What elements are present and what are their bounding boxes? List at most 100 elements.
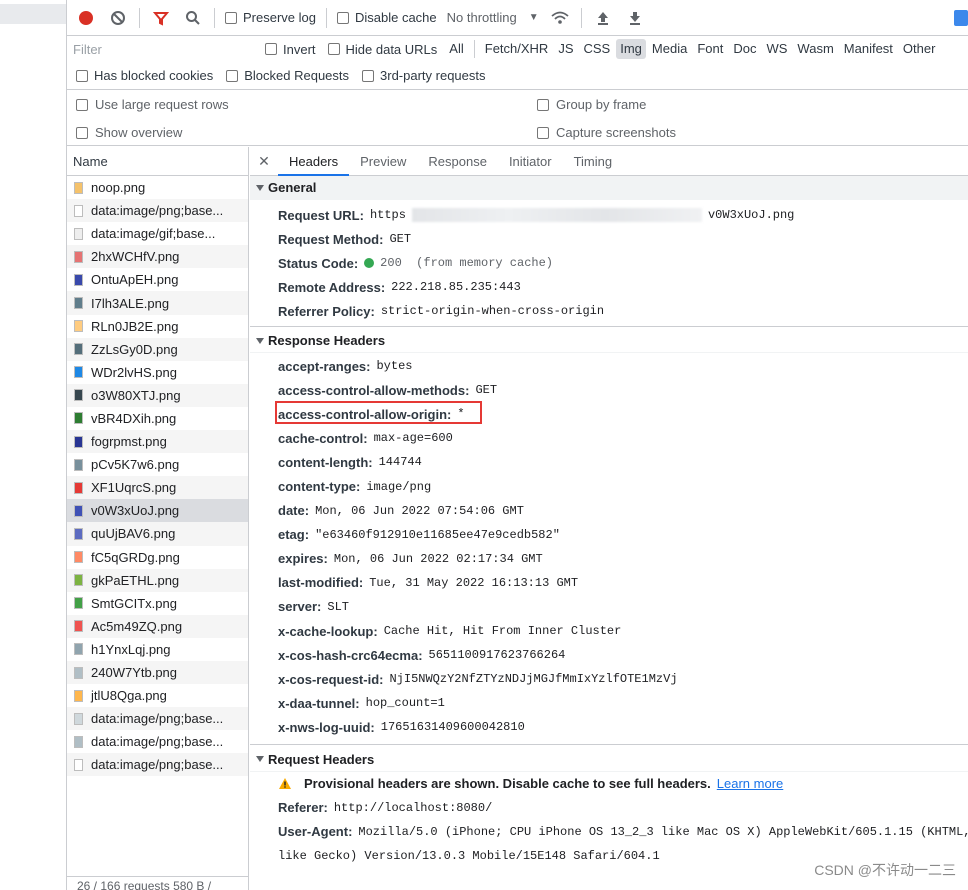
checkbox-box[interactable] — [336, 11, 349, 24]
filter-toggle-button[interactable] — [150, 7, 172, 29]
highlight-box — [275, 401, 482, 425]
settings-gear-icon[interactable] — [954, 9, 968, 26]
request-row[interactable]: data:image/png;base... — [67, 753, 248, 777]
tab-initiator[interactable]: Initiator — [498, 147, 563, 176]
request-row[interactable]: quUjBAV6.png — [67, 522, 248, 546]
request-row[interactable]: fogrpmst.png — [67, 430, 248, 454]
header-row: accept-ranges: bytes — [250, 354, 968, 378]
request-row[interactable]: Ac5m49ZQ.png — [67, 614, 248, 638]
checkbox-box[interactable] — [362, 69, 375, 82]
request-name: vBR4DXih.png — [91, 410, 177, 426]
resource-type-filters: All Fetch/XHR JS CSS Img Media Font Doc … — [445, 39, 939, 59]
request-row[interactable]: ZzLsGy0D.png — [67, 337, 248, 361]
chevron-down-icon: ▼ — [528, 12, 539, 23]
general-section-header[interactable]: General — [250, 176, 968, 200]
blocked-requests-checkbox[interactable]: Blocked Requests — [226, 68, 349, 83]
request-headers-section-header[interactable]: Request Headers — [250, 747, 968, 772]
funnel-icon — [153, 11, 169, 26]
group-by-frame-checkbox[interactable]: Group by frame — [537, 97, 646, 112]
request-row[interactable]: h1YnxLqj.png — [67, 638, 248, 661]
request-row[interactable]: v0W3xUoJ.png — [67, 499, 248, 523]
type-filter-all[interactable]: All — [445, 39, 467, 59]
large-rows-checkbox[interactable]: Use large request rows — [76, 97, 229, 112]
name-column-header[interactable]: Name — [67, 147, 248, 176]
request-row[interactable]: pCv5K7w6.png — [67, 453, 248, 476]
record-button[interactable] — [75, 7, 97, 29]
type-filter-js[interactable]: JS — [554, 39, 577, 59]
disable-cache-checkbox[interactable]: Disable cache — [336, 10, 437, 25]
checkbox-box[interactable] — [76, 98, 88, 111]
image-thumbnail-icon — [74, 458, 83, 471]
redacted-url — [411, 208, 702, 222]
tab-headers[interactable]: Headers — [278, 147, 350, 176]
request-row[interactable]: RLn0JB2E.png — [67, 315, 248, 338]
has-blocked-cookies-checkbox[interactable]: Has blocked cookies — [76, 68, 213, 83]
type-filter-wasm[interactable]: Wasm — [793, 39, 837, 59]
preserve-log-checkbox[interactable]: Preserve log — [225, 10, 316, 25]
show-overview-checkbox[interactable]: Show overview — [76, 125, 182, 140]
type-filter-media[interactable]: Media — [648, 39, 691, 59]
request-row[interactable]: o3W80XTJ.png — [67, 383, 248, 407]
checkbox-box[interactable] — [537, 126, 549, 139]
close-icon[interactable]: ✕ — [250, 153, 278, 170]
request-name: fogrpmst.png — [91, 434, 167, 450]
blocked-filters-row: Has blocked cookies Blocked Requests 3rd… — [67, 62, 968, 90]
request-row[interactable]: gkPaETHL.png — [67, 568, 248, 592]
type-filter-other[interactable]: Other — [899, 39, 940, 59]
type-filter-manifest[interactable]: Manifest — [840, 39, 897, 59]
request-row[interactable]: WDr2lvHS.png — [67, 361, 248, 384]
response-headers-section-header[interactable]: Response Headers — [250, 329, 968, 353]
type-filter-ws[interactable]: WS — [762, 39, 791, 59]
tab-preview[interactable]: Preview — [349, 147, 417, 176]
request-row[interactable]: data:image/png;base... — [67, 707, 248, 731]
request-row[interactable]: vBR4DXih.png — [67, 407, 248, 430]
request-row[interactable]: jtlU8Qga.png — [67, 684, 248, 707]
type-filter-css[interactable]: CSS — [580, 39, 615, 59]
header-row: Referrer Policy: strict-origin-when-cros… — [250, 299, 968, 323]
request-row[interactable]: XF1UqrcS.png — [67, 476, 248, 500]
header-name: etag: — [278, 527, 310, 543]
request-name: h1YnxLqj.png — [91, 641, 171, 657]
hide-data-urls-label: Hide data URLs — [345, 41, 438, 57]
checkbox-box[interactable] — [265, 43, 277, 55]
checkbox-box[interactable] — [537, 98, 549, 111]
tab-response[interactable]: Response — [417, 147, 498, 176]
request-row[interactable]: 240W7Ytb.png — [67, 660, 248, 685]
request-row[interactable]: data:image/png;base... — [67, 730, 248, 753]
request-row[interactable]: 2hxWCHfV.png — [67, 245, 248, 269]
checkbox-box[interactable] — [225, 11, 237, 24]
request-row[interactable]: noop.png — [67, 176, 248, 199]
request-row[interactable]: data:image/gif;base... — [67, 222, 248, 245]
tab-timing[interactable]: Timing — [563, 147, 624, 176]
throttling-select[interactable]: No throttling ▼ — [447, 10, 539, 25]
import-har-button[interactable] — [592, 7, 614, 29]
request-row[interactable]: I7lh3ALE.png — [67, 291, 248, 315]
type-filter-fetch-xhr[interactable]: Fetch/XHR — [481, 39, 553, 59]
request-name: pCv5K7w6.png — [91, 457, 180, 473]
type-filter-font[interactable]: Font — [693, 39, 727, 59]
checkbox-box[interactable] — [76, 126, 88, 139]
type-filter-doc[interactable]: Doc — [729, 39, 760, 59]
network-conditions-button[interactable] — [549, 7, 571, 29]
type-filter-img[interactable]: Img — [616, 39, 646, 59]
capture-screenshots-checkbox[interactable]: Capture screenshots — [537, 125, 676, 140]
selected-page-item[interactable] — [0, 4, 66, 24]
export-har-button[interactable] — [624, 7, 646, 29]
search-button[interactable] — [182, 7, 204, 29]
header-row: x-cos-request-id: NjI5NWQzY2NfZTYzNDJjMGJ… — [250, 667, 968, 691]
request-row[interactable]: data:image/png;base... — [67, 199, 248, 223]
filter-input[interactable] — [71, 39, 253, 59]
request-name: data:image/png;base... — [91, 734, 224, 750]
checkbox-box[interactable] — [226, 69, 239, 82]
request-row[interactable]: SmtGCITx.png — [67, 592, 248, 615]
third-party-checkbox[interactable]: 3rd-party requests — [362, 68, 486, 83]
checkbox-box[interactable] — [76, 69, 88, 82]
hide-data-urls-checkbox[interactable]: Hide data URLs — [327, 41, 438, 57]
request-row[interactable]: OntuApEH.png — [67, 268, 248, 291]
triangle-down-icon — [256, 756, 264, 762]
checkbox-box[interactable] — [327, 43, 340, 55]
invert-checkbox[interactable]: Invert — [265, 42, 316, 57]
request-row[interactable]: fC5qGRDg.png — [67, 546, 248, 569]
clear-button[interactable] — [107, 7, 129, 29]
learn-more-link[interactable]: Learn more — [717, 776, 783, 791]
